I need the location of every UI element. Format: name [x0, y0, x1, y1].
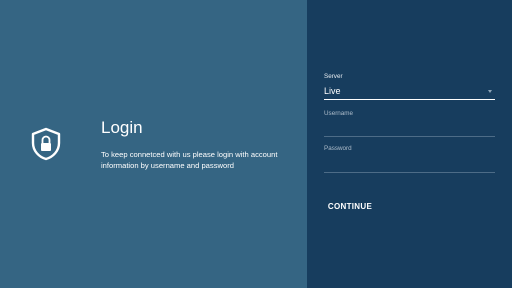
username-label: Username [324, 110, 354, 117]
username-field[interactable] [324, 122, 495, 137]
dropdown-caret-icon [488, 90, 492, 93]
server-select[interactable]: Live [324, 84, 495, 100]
server-selected-value: Live [324, 86, 341, 96]
server-label: Server [324, 73, 343, 80]
password-field[interactable] [324, 158, 495, 173]
shield-lock-icon [31, 127, 61, 161]
continue-button[interactable]: CONTINUE [322, 197, 378, 215]
login-form-panel [307, 0, 512, 288]
page-title: Login [101, 118, 143, 137]
login-description: To keep connetced with us please login w… [101, 150, 278, 170]
password-label: Password [324, 145, 352, 152]
login-info-panel: Login To keep connetced with us please l… [0, 0, 307, 288]
